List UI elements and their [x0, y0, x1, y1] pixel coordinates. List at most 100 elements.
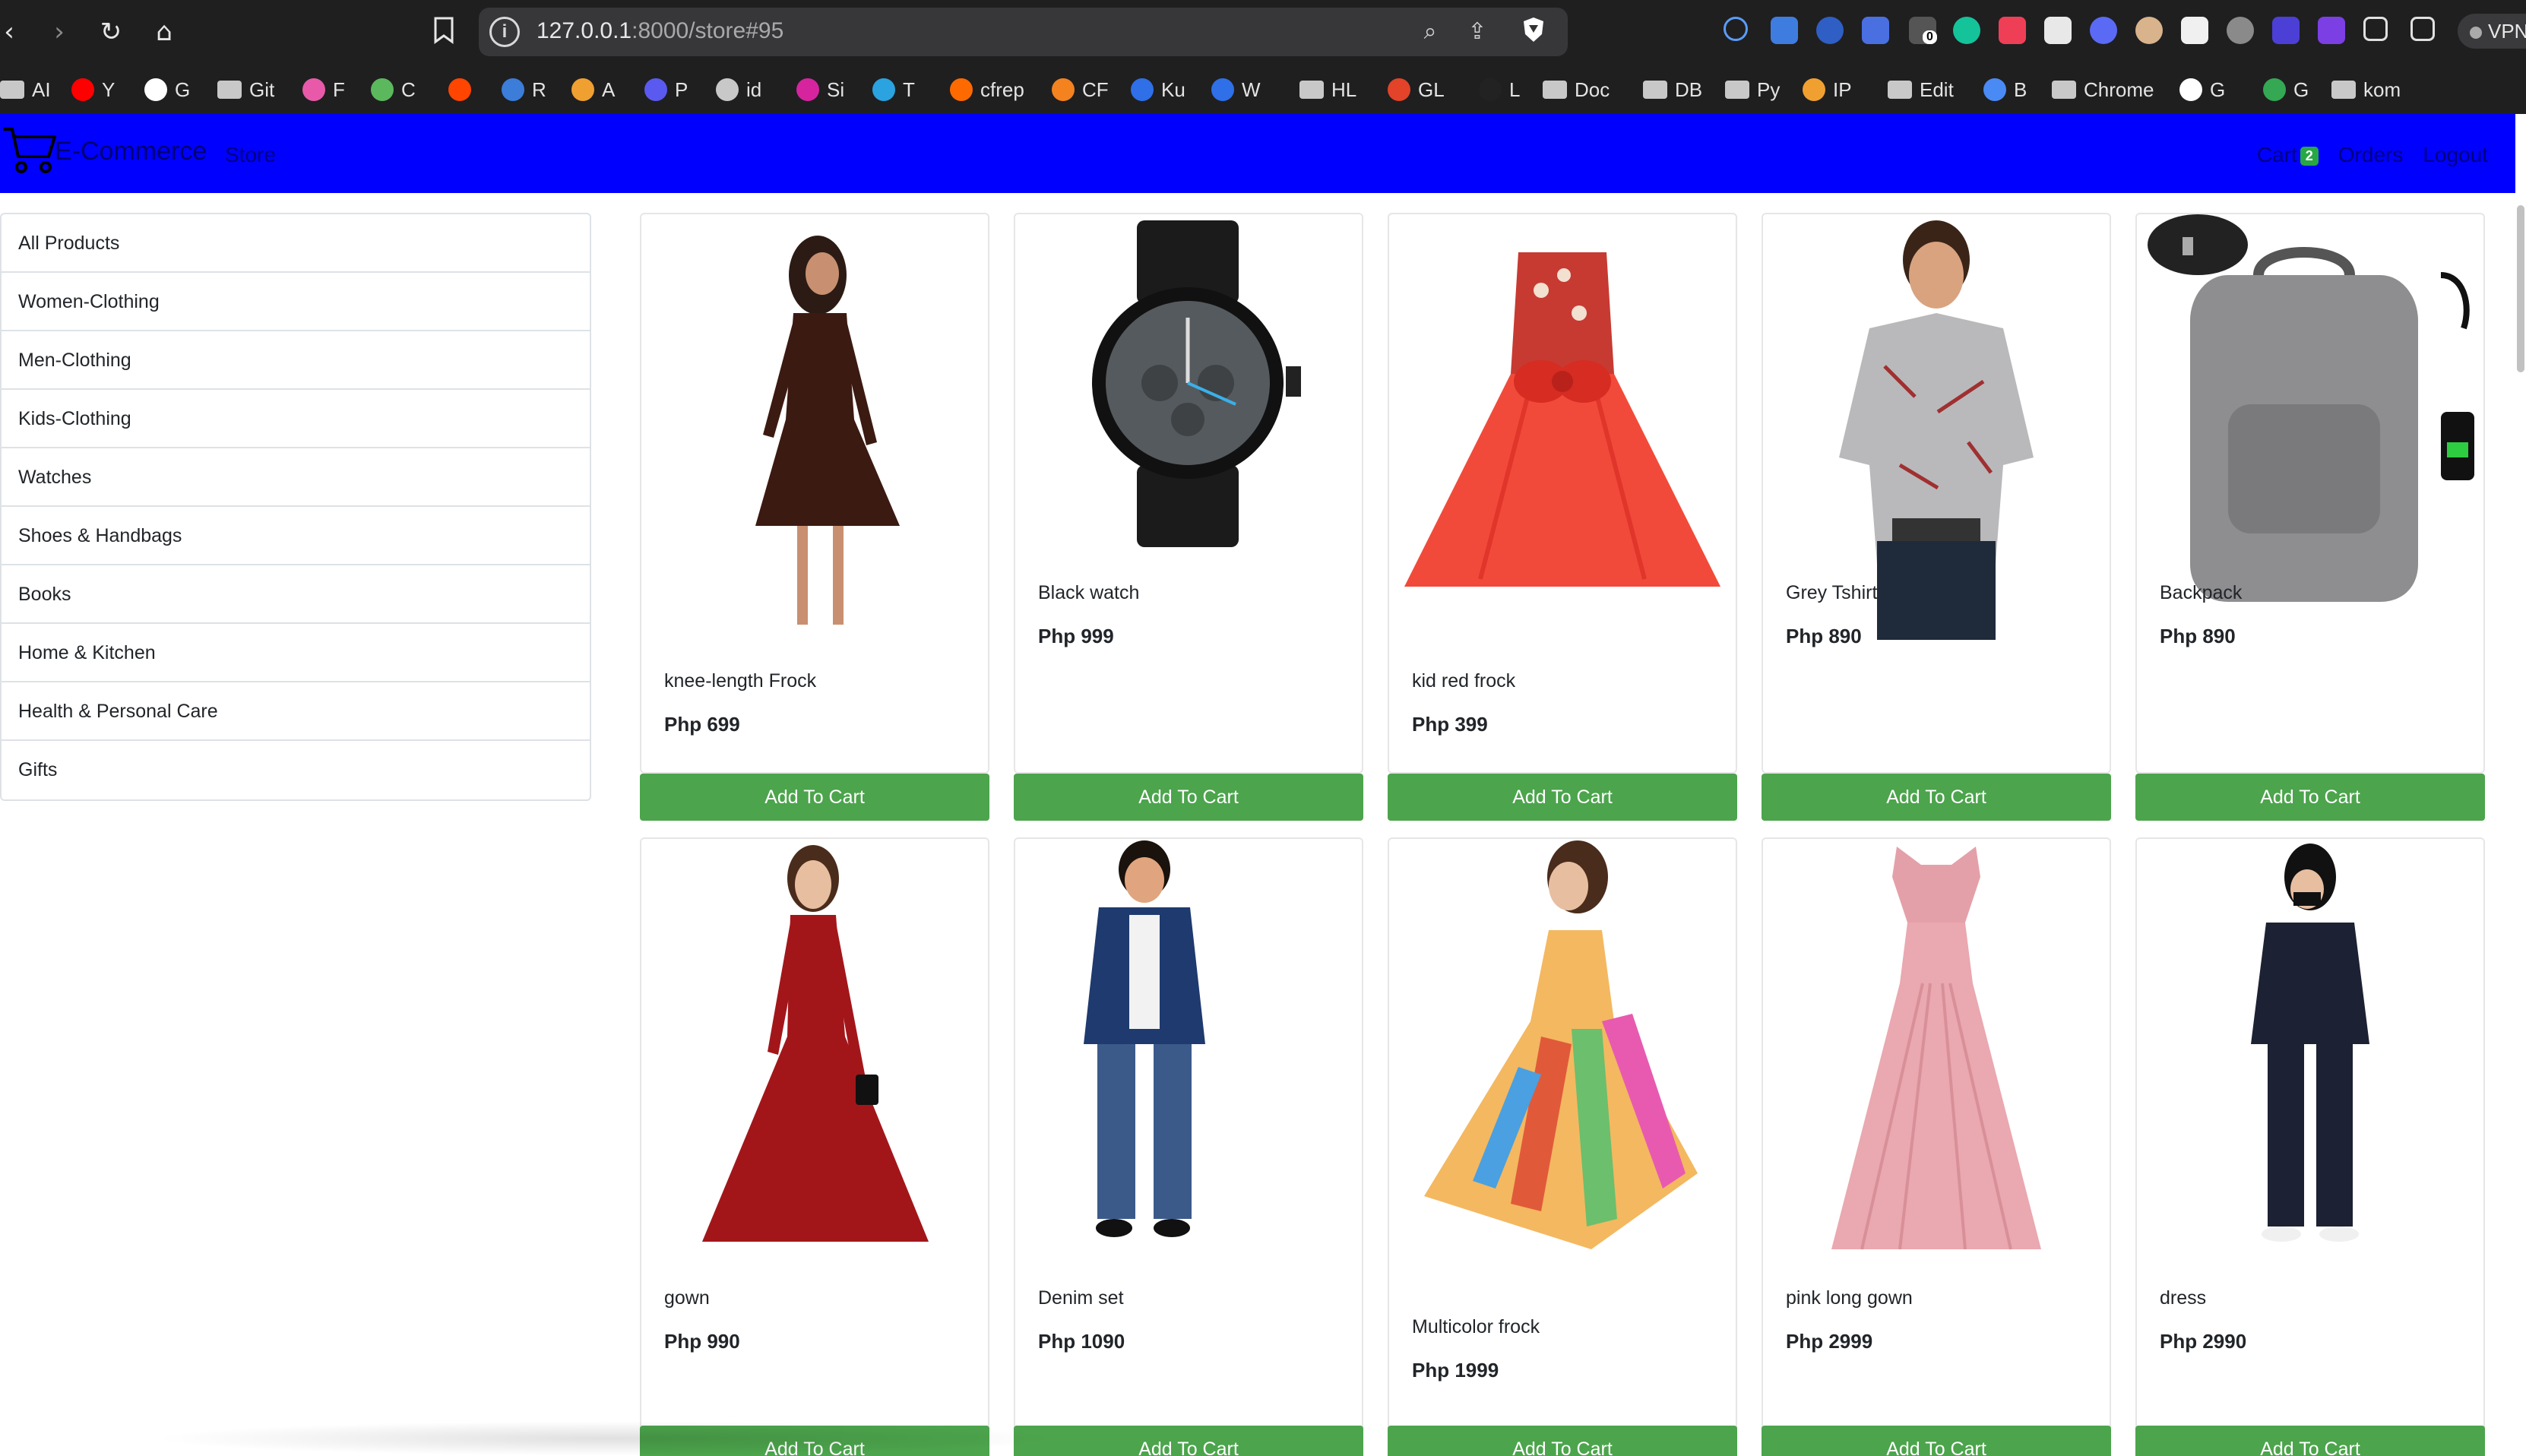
forward-icon[interactable]: › [44, 17, 74, 47]
add-to-cart-button[interactable]: Add To Cart [1014, 774, 1363, 821]
site-info-icon[interactable]: i [489, 17, 520, 47]
p-extension-icon[interactable] [2227, 17, 2254, 44]
product-image[interactable] [2137, 839, 2483, 1265]
category-item[interactable]: Watches [2, 448, 590, 507]
bookmark-item[interactable]: T [872, 76, 915, 103]
bookmark-item[interactable]: A [571, 76, 615, 103]
add-to-cart-button[interactable]: Add To Cart [1388, 774, 1737, 821]
zoom-icon[interactable]: ⌕ [1415, 17, 1445, 47]
c-icon [371, 78, 394, 101]
cloud-icon [1052, 78, 1075, 101]
cart-label[interactable]: Cart [2257, 143, 2297, 166]
cart-link[interactable]: Cart 2 [2257, 143, 2319, 167]
add-to-cart-button[interactable]: Add To Cart [640, 774, 989, 821]
address-bar[interactable]: i 127.0.0.1:8000/store#95 ⌕ ⇪ [479, 8, 1568, 56]
extensions-puzzle-icon[interactable] [2363, 17, 2388, 41]
bookmark-item[interactable]: R [502, 76, 546, 103]
product-card: dress Php 2990 Add To Cart [2135, 837, 2485, 1456]
category-item[interactable]: Kids-Clothing [2, 390, 590, 448]
bookmark-item[interactable]: Chrome [2052, 76, 2154, 103]
notion-icon[interactable] [2181, 17, 2208, 44]
product-image[interactable] [1763, 839, 2110, 1265]
bookmark-item[interactable]: G [144, 76, 190, 103]
bookmark-item[interactable]: Y [71, 76, 115, 103]
arrow-extension-icon[interactable] [1816, 17, 1844, 44]
sun-extension-icon[interactable] [2090, 17, 2117, 44]
fire-icon [950, 78, 973, 101]
pocket-icon[interactable] [1999, 17, 2026, 44]
shield-extension-icon[interactable] [2272, 17, 2300, 44]
face-extension-icon[interactable] [2135, 17, 2163, 44]
category-item[interactable]: Gifts [2, 741, 590, 799]
counter-extension-icon[interactable]: 0 [1909, 17, 1937, 44]
add-to-cart-button[interactable]: Add To Cart [1014, 1426, 1363, 1456]
bookmark-item[interactable]: id [716, 76, 761, 103]
bookmark-item[interactable]: Edit [1888, 76, 1954, 103]
add-to-cart-button[interactable]: Add To Cart [2135, 1426, 2485, 1456]
bookmark-item[interactable] [448, 76, 471, 103]
bookmark-item[interactable]: C [371, 76, 416, 103]
back-icon[interactable]: ‹ [0, 17, 24, 47]
product-image[interactable] [641, 214, 988, 640]
bookmark-item[interactable]: IP [1803, 76, 1852, 103]
orders-link[interactable]: Orders [2338, 143, 2404, 167]
bookmark-item[interactable]: W [1211, 76, 1261, 103]
add-to-cart-button[interactable]: Add To Cart [1762, 1426, 2111, 1456]
brave-shield-icon[interactable] [1518, 17, 1549, 47]
bookmark-item[interactable]: Si [796, 76, 844, 103]
notes-extension-icon[interactable] [2044, 17, 2072, 44]
bookmark-item[interactable]: Py [1725, 76, 1780, 103]
translate-extension-icon[interactable] [1862, 17, 1889, 44]
product-image[interactable] [1389, 839, 1736, 1265]
logout-link[interactable]: Logout [2423, 143, 2488, 167]
product-image[interactable] [641, 839, 988, 1265]
product-image[interactable] [1015, 214, 1362, 640]
cart-logo-icon[interactable] [2, 125, 58, 175]
bookmark-item[interactable]: L [1479, 76, 1520, 103]
add-to-cart-button[interactable]: Add To Cart [1762, 774, 2111, 821]
category-item[interactable]: Women-Clothing [2, 273, 590, 331]
bookmark-item[interactable]: F [302, 76, 345, 103]
bookmark-item[interactable]: G [2179, 76, 2225, 103]
grammarly-icon[interactable] [1953, 17, 1980, 44]
bookmark-item[interactable]: Git [217, 76, 274, 103]
folder-icon [2052, 81, 2076, 99]
product-image[interactable] [1015, 839, 1362, 1265]
home-icon[interactable]: ⌂ [149, 17, 179, 47]
category-item[interactable]: Health & Personal Care [2, 682, 590, 741]
bookmark-item[interactable]: HL [1299, 76, 1356, 103]
vpn-button[interactable]: VPN [2458, 14, 2526, 49]
url-text[interactable]: 127.0.0.1:8000/store#95 [537, 18, 783, 44]
bookmark-icon[interactable] [429, 17, 459, 47]
share-extension-icon[interactable] [1771, 17, 1798, 44]
add-to-cart-button[interactable]: Add To Cart [2135, 774, 2485, 821]
category-item[interactable]: Men-Clothing [2, 331, 590, 390]
category-item[interactable]: Home & Kitchen [2, 624, 590, 682]
product-image[interactable] [1389, 214, 1736, 640]
magic-extension-icon[interactable] [2318, 17, 2345, 44]
brand-link[interactable]: E-Commerce [55, 137, 207, 166]
product-image[interactable] [2137, 214, 2483, 640]
category-item[interactable]: Books [2, 565, 590, 624]
category-item[interactable]: All Products [2, 214, 590, 273]
bookmark-item[interactable]: GL [1388, 76, 1445, 103]
scrollbar-thumb[interactable] [2517, 205, 2524, 372]
sidebar-toggle-icon[interactable] [2410, 17, 2435, 41]
share-icon[interactable]: ⇪ [1462, 17, 1492, 47]
bookmark-item[interactable]: kom [2331, 76, 2401, 103]
bookmark-item[interactable]: B [1983, 76, 2027, 103]
category-item[interactable]: Shoes & Handbags [2, 507, 590, 565]
bookmark-item[interactable]: Ku [1131, 76, 1185, 103]
bookmark-item[interactable]: CF [1052, 76, 1109, 103]
bookmark-item[interactable]: DB [1643, 76, 1702, 103]
store-link[interactable]: Store [225, 143, 276, 167]
bookmark-item[interactable]: AI [0, 76, 51, 103]
bookmark-item[interactable]: cfrep [950, 76, 1024, 103]
bookmark-item[interactable]: G [2263, 76, 2309, 103]
add-to-cart-button[interactable]: Add To Cart [1388, 1426, 1737, 1456]
reload-icon[interactable]: ↻ [96, 17, 126, 47]
product-image[interactable] [1763, 214, 2110, 640]
link-extension-icon[interactable] [1724, 17, 1748, 41]
bookmark-item[interactable]: P [644, 76, 688, 103]
bookmark-item[interactable]: Doc [1543, 76, 1610, 103]
